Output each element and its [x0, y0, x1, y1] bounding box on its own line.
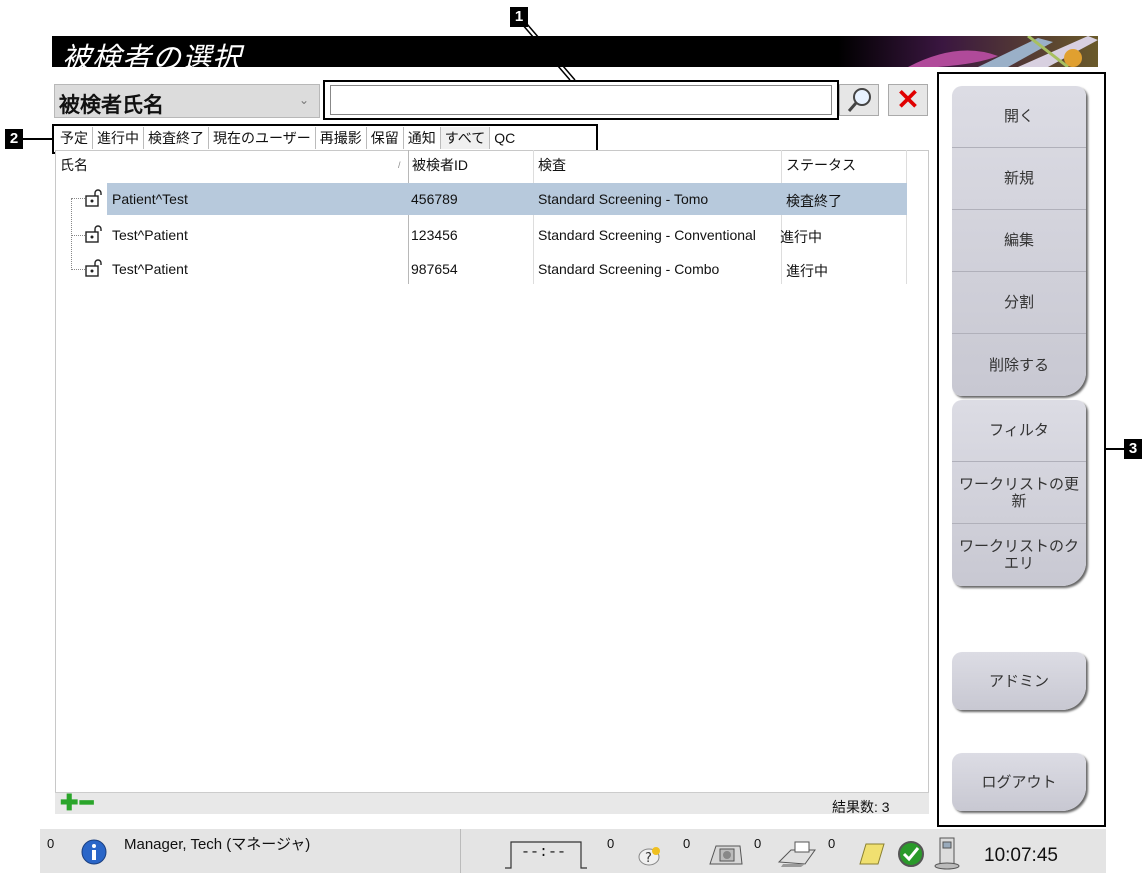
- chevron-down-icon: ⌄: [298, 93, 309, 107]
- tree-connector: [71, 269, 85, 270]
- filter-tabs: 予定 進行中 検査終了 現在のユーザー 再撮影 保留 通知 すべて QC: [56, 127, 520, 149]
- tab-retake[interactable]: 再撮影: [315, 127, 367, 149]
- column-header-status[interactable]: ステータス: [786, 155, 856, 175]
- edit-button[interactable]: 編集: [952, 210, 1086, 272]
- callout-line-2: [23, 138, 52, 140]
- logout-button[interactable]: ログアウト: [952, 753, 1086, 811]
- system-icon[interactable]: [930, 836, 966, 870]
- notes-icon[interactable]: [856, 840, 886, 868]
- patient-name: Patient^Test: [112, 191, 188, 207]
- callout-label-3: 3: [1124, 439, 1142, 459]
- table-row[interactable]: Test^Patient 123456 Standard Screening -…: [107, 219, 907, 251]
- unlocked-icon: [85, 189, 102, 207]
- new-button[interactable]: 新規: [952, 148, 1086, 210]
- exam-status: 検査終了: [786, 193, 842, 209]
- timer-text: --:--: [521, 844, 567, 861]
- search-field-label: 被検者氏名: [59, 94, 164, 117]
- patient-id: 456789: [411, 191, 458, 207]
- svg-text:?: ?: [645, 851, 652, 866]
- search-button[interactable]: [839, 84, 879, 116]
- status-count: 0: [754, 836, 762, 851]
- split-button[interactable]: 分割: [952, 272, 1086, 334]
- tab-scheduled[interactable]: 予定: [56, 127, 93, 149]
- column-header-patient-id[interactable]: 被検者ID: [412, 155, 468, 175]
- search-field-dropdown[interactable]: 被検者氏名 ⌄: [54, 84, 320, 118]
- search-icon: [847, 88, 871, 112]
- delete-button[interactable]: 削除する: [952, 334, 1086, 396]
- tree-connector: [71, 198, 85, 199]
- exam-name: Standard Screening - Tomo: [538, 191, 709, 207]
- clock: 10:07:45: [984, 845, 1058, 866]
- exam-status: 進行中: [786, 263, 828, 279]
- header-flower-image: [838, 36, 1098, 67]
- table-row[interactable]: Test^Patient 987654 Standard Screening -…: [107, 253, 907, 285]
- window-title: 被検者の選択: [62, 41, 243, 67]
- status-divider: [460, 829, 461, 873]
- tab-all[interactable]: すべて: [440, 127, 491, 149]
- remove-icon[interactable]: ━: [80, 792, 93, 814]
- tree-connector: [71, 235, 85, 236]
- tab-on-hold[interactable]: 保留: [366, 127, 404, 149]
- status-count: 0: [607, 836, 615, 851]
- filter-button[interactable]: フィルタ: [952, 400, 1086, 462]
- result-count: 結果数: 3: [832, 799, 890, 815]
- column-header-name[interactable]: 氏名: [60, 155, 88, 175]
- status-count: 0: [683, 836, 691, 851]
- list-footer: [55, 792, 929, 814]
- unlocked-icon: [85, 225, 102, 243]
- close-icon: ✕: [896, 84, 920, 115]
- admin-button-group: アドミン: [952, 652, 1086, 710]
- patient-id: 987654: [411, 261, 458, 277]
- admin-button[interactable]: アドミン: [952, 652, 1086, 710]
- timer-display: --:--: [505, 838, 587, 870]
- current-user[interactable]: Manager, Tech (マネージャ): [124, 833, 310, 854]
- info-icon[interactable]: [80, 838, 108, 866]
- column-header-exam[interactable]: 検査: [538, 155, 566, 175]
- callout-line-1: [521, 24, 576, 81]
- clear-search-button[interactable]: ✕: [888, 84, 928, 116]
- sort-indicator: /: [398, 160, 401, 170]
- exam-name: Standard Screening - Conventional: [538, 227, 756, 243]
- patient-name: Test^Patient: [112, 227, 188, 243]
- worklist-button-group: フィルタ ワークリストの更新 ワークリストのクエリ: [952, 400, 1086, 586]
- table-row[interactable]: Patient^Test 456789 Standard Screening -…: [107, 183, 907, 215]
- query-icon[interactable]: ?: [636, 843, 662, 867]
- tab-completed[interactable]: 検査終了: [144, 127, 209, 149]
- query-worklist-button[interactable]: ワークリストのクエリ: [952, 524, 1086, 586]
- status-count: 0: [828, 836, 836, 851]
- callout-label-2: 2: [5, 129, 23, 149]
- tab-in-progress[interactable]: 進行中: [93, 127, 144, 149]
- callout-line-3: [1106, 448, 1124, 450]
- patient-name: Test^Patient: [112, 261, 188, 277]
- callout-box-1: [323, 80, 839, 120]
- printer-icon[interactable]: [777, 840, 817, 868]
- alerts-count: 0: [47, 836, 55, 851]
- patient-id: 123456: [411, 227, 458, 243]
- media-icon[interactable]: [706, 840, 746, 868]
- logout-button-group: ログアウト: [952, 753, 1086, 811]
- unlocked-icon: [85, 259, 102, 277]
- exam-name: Standard Screening - Combo: [538, 261, 720, 277]
- primary-button-group: 開く 新規 編集 分割 削除する: [952, 86, 1086, 396]
- add-icon[interactable]: ✚: [60, 792, 78, 814]
- tab-qc[interactable]: QC: [490, 127, 520, 149]
- tree-connector: [71, 198, 72, 270]
- check-status-icon[interactable]: [897, 840, 925, 868]
- tab-current-user[interactable]: 現在のユーザー: [209, 127, 316, 149]
- exam-status: 進行中: [780, 229, 822, 245]
- tab-notification[interactable]: 通知: [403, 127, 441, 149]
- refresh-worklist-button[interactable]: ワークリストの更新: [952, 462, 1086, 524]
- open-button[interactable]: 開く: [952, 86, 1086, 148]
